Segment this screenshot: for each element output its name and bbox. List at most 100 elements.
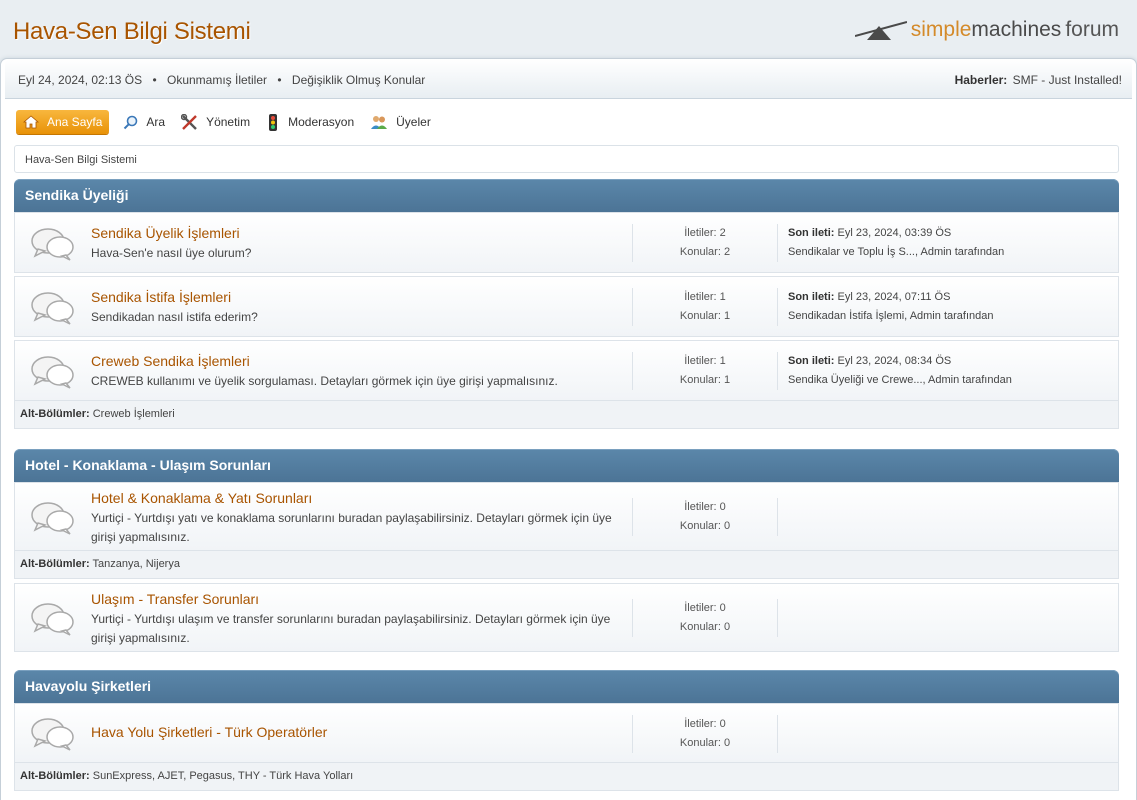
board-stats: İletiler: 0 Konular: 0	[632, 498, 778, 536]
topics-label: Konular:	[679, 374, 721, 386]
logo-text-forum: forum	[1065, 18, 1119, 41]
by-label: tarafından	[954, 246, 1005, 258]
board-stats: İletiler: 1 Konular: 1	[632, 352, 778, 390]
menu-moderate-label: Moderasyon	[288, 115, 355, 129]
board-description: Hava-Sen'e nasıl üye olurum?	[91, 246, 252, 260]
board-icon[interactable]	[30, 715, 76, 751]
board-row: Hava Yolu Şirketleri - Türk Operatörler …	[14, 703, 1119, 763]
child-boards-label: Alt-Bölümler:	[20, 558, 90, 570]
menu-home[interactable]: Ana Sayfa	[16, 110, 110, 134]
home-icon	[23, 115, 39, 129]
last-post-author[interactable]: Admin	[928, 374, 959, 386]
posts-label: İletiler:	[684, 501, 717, 513]
menu-admin-label: Yönetim	[206, 115, 251, 129]
posts-count: 0	[719, 602, 726, 614]
breadcrumb-item[interactable]: Hava-Sen Bilgi Sistemi	[25, 154, 137, 166]
board-icon[interactable]	[30, 289, 76, 325]
last-post-label: Son ileti:	[788, 227, 835, 239]
forum-title[interactable]: Hava-Sen Bilgi Sistemi	[13, 18, 251, 46]
search-icon	[124, 115, 138, 129]
child-boards-label: Alt-Bölümler:	[20, 770, 90, 782]
topics-label: Konular:	[679, 520, 721, 532]
board-icon[interactable]	[30, 353, 76, 389]
category-header[interactable]: Sendika Üyeliği	[14, 179, 1119, 212]
board-description: Sendikadan nasıl istifa ederim?	[91, 310, 258, 324]
child-board-links[interactable]: Tanzanya, Nijerya	[93, 558, 180, 570]
child-board-links[interactable]: Creweb İşlemleri	[93, 408, 175, 420]
board-title[interactable]: Sendika Üyelik İşlemleri	[91, 225, 621, 241]
board-title[interactable]: Sendika İstifa İşlemleri	[91, 289, 621, 305]
board-lastpost: Son ileti: Eyl 23, 2024, 07:11 ÖS Sendik…	[788, 291, 994, 322]
board-row: Sendika İstifa İşlemleri Sendikadan nası…	[14, 276, 1119, 337]
separator-dot: •	[152, 73, 157, 87]
posts-label: İletiler:	[684, 227, 717, 239]
board-icon[interactable]	[30, 600, 76, 636]
board-title[interactable]: Ulaşım - Transfer Sorunları	[91, 591, 621, 607]
posts-count: 1	[719, 355, 726, 367]
topics-count: 1	[723, 374, 731, 386]
members-icon	[371, 115, 388, 129]
unread-posts-link[interactable]: Okunmamış İletiler	[167, 73, 267, 87]
menu-home-label: Ana Sayfa	[47, 115, 103, 129]
topics-label: Konular:	[679, 737, 721, 749]
board-description: Yurtiçi - Yurtdışı yatı ve konaklama sor…	[91, 511, 612, 544]
topics-label: Konular:	[679, 621, 721, 633]
posts-count: 2	[719, 227, 726, 239]
menu-admin[interactable]: Yönetim	[173, 110, 258, 134]
board-title[interactable]: Hotel & Konaklama & Yatı Sorunları	[91, 490, 621, 506]
topics-count: 0	[723, 737, 731, 749]
breadcrumb: Hava-Sen Bilgi Sistemi	[14, 145, 1119, 173]
posts-count: 1	[719, 291, 726, 303]
main-menu: Ana Sayfa Ara Yönetim Moderasyon Üyeler	[16, 110, 439, 134]
last-post-label: Son ileti:	[788, 291, 835, 303]
news-text: SMF - Just Installed!	[1012, 73, 1122, 87]
board-title[interactable]: Creweb Sendika İşlemleri	[91, 353, 621, 369]
board-description: Yurtiçi - Yurtdışı ulaşım ve transfer so…	[91, 612, 611, 645]
menu-members[interactable]: Üyeler	[362, 110, 439, 134]
by-label: tarafından	[962, 374, 1012, 386]
smf-logo[interactable]: simple machines forum	[854, 14, 1119, 46]
by-label: tarafından	[943, 310, 994, 322]
board-stats: İletiler: 1 Konular: 1	[632, 288, 778, 326]
menu-members-label: Üyeler	[396, 115, 431, 129]
menu-search-label: Ara	[146, 115, 166, 129]
posts-label: İletiler:	[684, 355, 717, 367]
logo-text-machines: machines	[971, 18, 1062, 41]
board-stats: İletiler: 2 Konular: 2	[632, 224, 778, 262]
board-icon[interactable]	[30, 225, 76, 261]
updated-topics-link[interactable]: Değişiklik Olmuş Konular	[292, 73, 425, 87]
board-lastpost: Son ileti: Eyl 23, 2024, 03:39 ÖS Sendik…	[788, 227, 1005, 258]
last-post-topic[interactable]: Sendika Üyeliği ve Crewe...	[788, 374, 923, 386]
last-post-topic[interactable]: Sendikadan İstifa İşlemi	[788, 310, 904, 322]
last-post-time: Eyl 23, 2024, 03:39 ÖS	[837, 227, 952, 239]
category-header[interactable]: Havayolu Şirketleri	[14, 670, 1119, 703]
board-stats: İletiler: 0 Konular: 0	[632, 599, 778, 637]
smf-logo-icon	[854, 21, 907, 40]
child-boards: Alt-Bölümler: Tanzanya, Nijerya	[14, 551, 1119, 579]
board-row: Ulaşım - Transfer Sorunları Yurtiçi - Yu…	[14, 583, 1119, 652]
topics-count: 0	[723, 520, 731, 532]
board-row: Creweb Sendika İşlemleri CREWEB kullanım…	[14, 340, 1119, 401]
logo-text-simple: simple	[910, 18, 972, 41]
news-label: Haberler:	[954, 73, 1008, 87]
board-icon[interactable]	[30, 499, 76, 535]
current-datetime: Eyl 24, 2024, 02:13 ÖS	[18, 73, 143, 87]
tools-icon	[181, 114, 197, 130]
last-post-author[interactable]: Admin	[921, 246, 952, 258]
menu-search[interactable]: Ara	[115, 110, 173, 134]
board-stats: İletiler: 0 Konular: 0	[632, 715, 778, 753]
header: Hava-Sen Bilgi Sistemi simple machines for…	[0, 0, 1137, 58]
topics-count: 2	[723, 246, 731, 258]
board-title[interactable]: Hava Yolu Şirketleri - Türk Operatörler	[91, 724, 621, 740]
last-post-author[interactable]: Admin	[910, 310, 941, 322]
posts-count: 0	[719, 718, 726, 730]
last-post-time: Eyl 23, 2024, 08:34 ÖS	[837, 355, 952, 367]
last-post-topic[interactable]: Sendikalar ve Toplu İş S...	[788, 246, 915, 258]
menu-moderate[interactable]: Moderasyon	[258, 110, 362, 134]
board-row: Hotel & Konaklama & Yatı Sorunları Yurti…	[14, 482, 1119, 551]
posts-label: İletiler:	[684, 291, 717, 303]
topics-label: Konular:	[679, 246, 721, 258]
topics-count: 1	[723, 310, 731, 322]
category-header[interactable]: Hotel - Konaklama - Ulaşım Sorunları	[14, 449, 1119, 482]
child-board-links[interactable]: SunExpress, AJET, Pegasus, THY - Türk Ha…	[93, 770, 353, 782]
